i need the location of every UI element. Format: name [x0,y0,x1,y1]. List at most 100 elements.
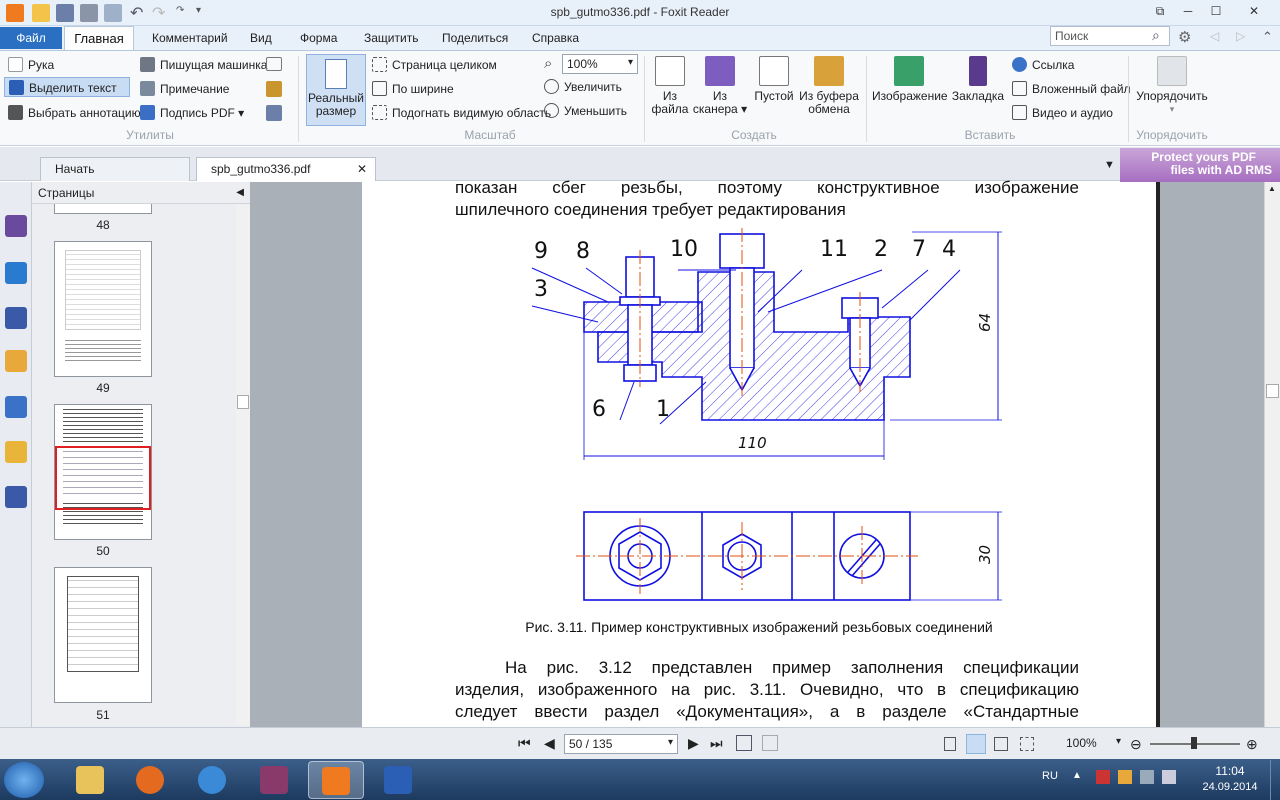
scrollbar-thumb[interactable] [1266,384,1279,398]
select-text-button[interactable]: Выделить текст [4,77,130,97]
typewriter-button[interactable]: Пишущая машинка [140,55,267,75]
taskbar-explorer[interactable] [62,761,118,799]
facing-view-icon[interactable] [994,737,1008,751]
tab-form[interactable]: Форма [290,29,347,50]
email-icon[interactable] [104,4,122,22]
clock-time[interactable]: 11:04 [1196,764,1264,778]
clipboard-icon[interactable] [266,81,282,97]
start-button[interactable] [4,762,44,798]
create-blank-button[interactable]: Пустой [752,56,796,103]
insert-media-button[interactable]: Видео и аудио [1012,103,1113,123]
language-indicator[interactable]: RU [1042,770,1058,782]
thumbnail-page-48[interactable] [54,204,152,214]
insert-link-button[interactable]: Ссылка [1012,55,1074,75]
network-icon[interactable] [1140,770,1154,784]
maximize-button[interactable]: ☐ [1202,0,1230,22]
thumbnail-page-49[interactable] [54,241,152,377]
restore-ribbon-icon[interactable]: ⧉ [1146,0,1174,22]
undo-icon[interactable]: ↶ [130,3,143,23]
sign-pdf-button[interactable]: Подпись PDF ▾ [140,103,244,123]
nav-forward-icon[interactable]: ▷ [1236,29,1245,43]
insert-bookmark-button[interactable]: Закладка [950,56,1006,103]
collapse-panel-icon[interactable]: ◀ [236,182,244,204]
thumbnails-scrollbar[interactable] [236,205,250,725]
thumbnail-page-51[interactable] [54,567,152,703]
form-fields-icon[interactable] [266,105,282,121]
previous-page-icon[interactable]: ◀ [544,735,555,752]
fit-page-button[interactable]: Страница целиком [372,55,497,75]
continuous-view-icon[interactable] [966,734,986,754]
pages-icon[interactable] [5,262,27,284]
print-icon[interactable] [80,4,98,22]
bookmarks-icon[interactable] [5,215,27,237]
next-page-icon[interactable]: ▶ [688,735,699,752]
attachments-icon[interactable] [5,396,27,418]
fit-width-button[interactable]: По ширине [372,79,454,99]
save-icon[interactable] [56,4,74,22]
create-from-scanner-button[interactable]: Из сканера ▾ [692,56,748,116]
tab-protect[interactable]: Защитить [354,29,428,50]
collapse-ribbon-icon[interactable]: ⌃ [1262,29,1273,45]
zoom-slider-handle[interactable] [1191,737,1197,749]
zoom-out-icon[interactable]: ⊖ [1130,736,1142,753]
open-folder-icon[interactable] [32,4,50,22]
thumbnail-viewport-highlight[interactable] [55,446,151,510]
zoom-out-button[interactable]: Уменьшить [544,101,627,121]
nav-back-icon[interactable]: ◁ [1210,29,1219,43]
tray-expand-icon[interactable]: ▲ [1072,770,1082,781]
taskbar-ie[interactable] [184,761,240,799]
create-from-file-button[interactable]: Из файла [650,56,690,116]
last-page-icon[interactable]: ⏭ [710,735,723,752]
select-annotation-button[interactable]: Выбрать аннотацию [8,103,141,123]
customize-qat-icon[interactable]: ↷ [176,5,184,16]
tab-share[interactable]: Поделиться [432,29,518,50]
foxit-logo-icon[interactable] [6,4,24,22]
continuous-facing-view-icon[interactable] [1020,737,1034,751]
tab-home[interactable]: Главная [64,26,134,51]
action-center-icon[interactable] [1096,770,1110,784]
tab-view[interactable]: Вид [240,29,282,50]
security-lock-icon[interactable] [5,441,27,463]
scrollbar-thumb[interactable] [237,395,249,409]
tab-help[interactable]: Справка [522,29,589,50]
zoom-in-icon[interactable]: ⊕ [1246,736,1258,753]
close-button[interactable]: ✕ [1232,0,1276,22]
volume-icon[interactable] [1162,770,1176,784]
actual-size-button[interactable]: Реальный размер [306,54,366,126]
taskbar-firefox[interactable] [122,761,178,799]
create-from-clipboard-button[interactable]: Из буфера обмена [798,56,860,116]
page-number-input[interactable]: 50 / 135 ▾ [564,734,678,754]
tray-app-icon[interactable] [1118,770,1132,784]
zoom-select[interactable]: 100% ▾ [562,54,638,74]
comments-icon[interactable] [5,350,27,372]
qat-dropdown-icon[interactable]: ▾ [196,5,201,16]
previous-view-icon[interactable] [736,735,752,751]
first-page-icon[interactable]: ⏮ [518,735,531,752]
layers-icon[interactable] [5,307,27,329]
arrange-button[interactable]: Упорядочить ▾ [1134,56,1210,116]
taskbar-winrar[interactable] [246,761,302,799]
document-scrollbar[interactable]: ▲ [1264,182,1280,727]
clock-date[interactable]: 24.09.2014 [1196,781,1264,793]
scroll-up-icon[interactable]: ▲ [1268,184,1276,193]
next-view-icon[interactable] [762,735,778,751]
tab-start[interactable]: Начать [40,157,190,181]
close-tab-icon[interactable]: ✕ [357,158,367,181]
tab-comment[interactable]: Комментарий [142,29,238,50]
zoom-in-button[interactable]: Увеличить [544,77,622,97]
search-icon[interactable]: ⌕ [1152,27,1160,44]
insert-attachment-button[interactable]: Вложенный файл [1012,79,1131,99]
taskbar-foxit[interactable] [308,761,364,799]
show-desktop-button[interactable] [1270,760,1280,800]
camera-icon[interactable] [266,57,282,71]
minimize-button[interactable]: ─ [1174,0,1202,22]
insert-image-button[interactable]: Изображение [872,56,948,103]
tab-list-dropdown-icon[interactable]: ▼ [1104,159,1115,171]
single-page-view-icon[interactable] [944,737,956,751]
note-button[interactable]: Примечание [140,79,229,99]
fit-visible-button[interactable]: Подогнать видимую область [372,103,551,123]
settings-gear-icon[interactable]: ⚙ [1178,28,1191,46]
signatures-icon[interactable] [5,486,27,508]
ad-banner[interactable]: Protect yours PDF files with AD RMS [1120,148,1280,182]
taskbar-word[interactable] [370,761,426,799]
